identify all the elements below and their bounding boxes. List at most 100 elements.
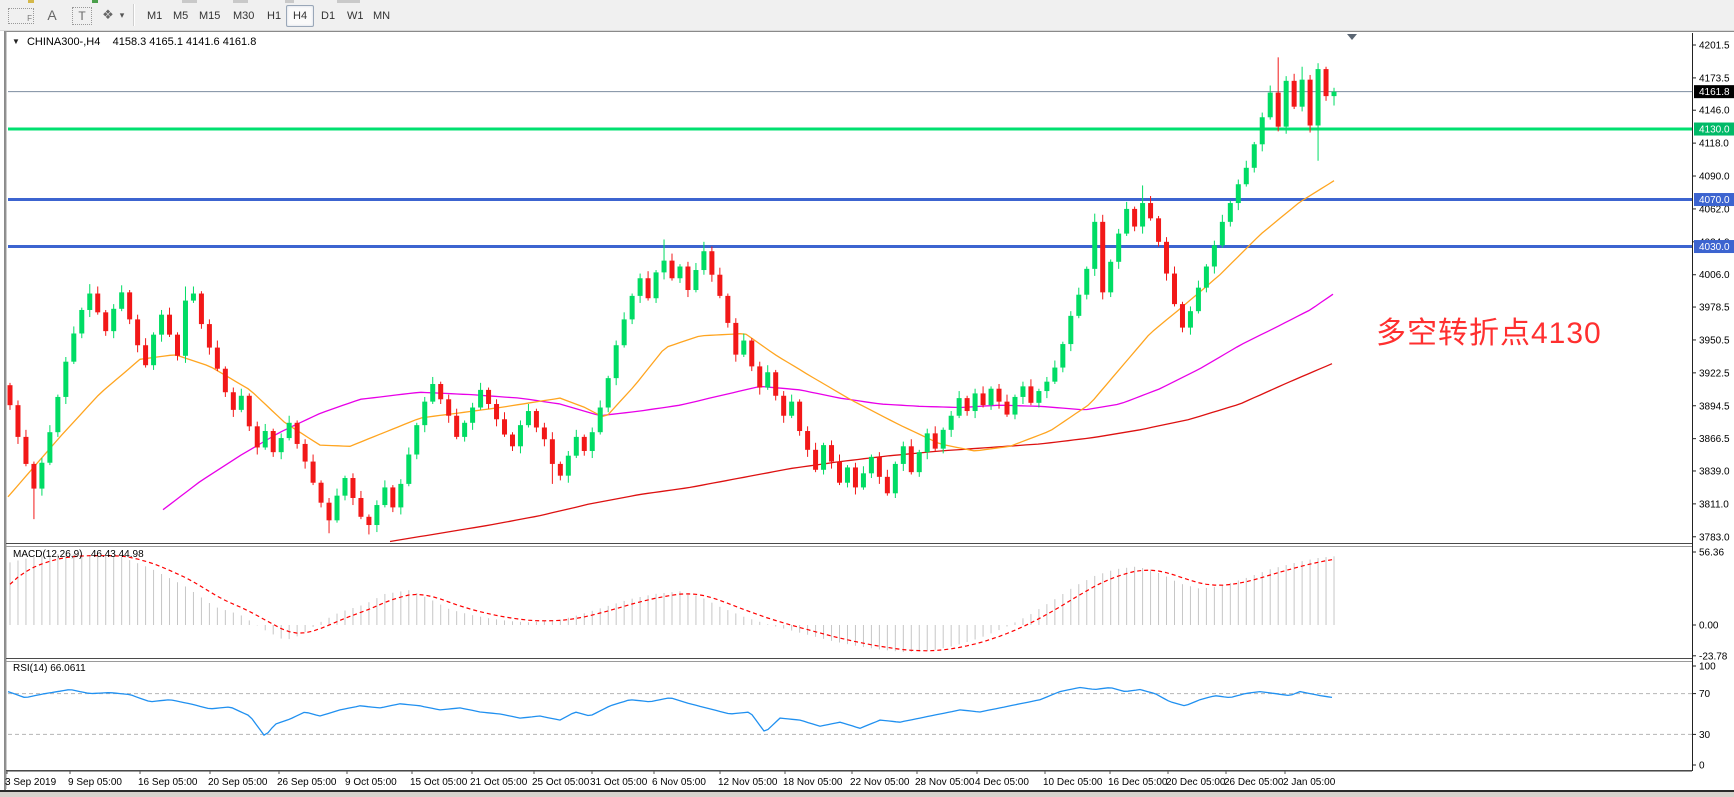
candle-body — [135, 319, 140, 345]
candle-body — [518, 425, 523, 446]
candle-body — [398, 484, 403, 508]
candle-body — [534, 411, 539, 427]
candle-body — [917, 452, 922, 472]
candle-body — [1332, 92, 1337, 96]
rsi-axis-label: 30 — [1699, 730, 1711, 741]
candle-body — [981, 393, 986, 405]
candle-body — [494, 404, 499, 419]
candle-body — [1068, 316, 1073, 344]
candle-body — [1084, 269, 1089, 295]
candle-body — [821, 445, 826, 470]
candle-body — [654, 272, 659, 298]
candle-body — [701, 251, 706, 270]
chart-shift-marker-icon — [1347, 34, 1357, 40]
candle-body — [1228, 203, 1233, 222]
candle-body — [79, 310, 84, 334]
price-tick-label: 3866.5 — [1699, 434, 1730, 445]
candle-body — [159, 315, 164, 335]
candle-body — [167, 315, 172, 335]
date-tick-label: 20 Sep 05:00 — [208, 777, 268, 788]
candle-body — [829, 445, 834, 461]
price-tick-label: 3922.5 — [1699, 368, 1730, 379]
candle-body — [1148, 203, 1153, 218]
candle-body — [502, 419, 507, 434]
candle-body — [175, 335, 180, 356]
date-tick-label: 16 Sep 05:00 — [138, 777, 198, 788]
candle-body — [853, 467, 858, 487]
candle-body — [646, 278, 651, 298]
candle-body — [422, 402, 427, 426]
rsi-axis-label: 0 — [1699, 761, 1705, 772]
candle-body — [119, 292, 124, 308]
candle-body — [933, 433, 938, 448]
candle-body — [1124, 209, 1129, 234]
rsi-indicator-label: RSI(14) 66.0611 — [13, 663, 86, 674]
rsi-line — [8, 688, 1332, 736]
candle-body — [39, 463, 44, 489]
candle-body — [263, 431, 268, 447]
candle-body — [303, 444, 308, 462]
mt4-terminal: { "toolbar": { "grid_icon_label": "F", "… — [0, 0, 1734, 797]
candle-body — [1092, 222, 1097, 269]
candle-body — [366, 517, 371, 525]
price-tick-label: 4201.5 — [1699, 41, 1730, 52]
candle-body — [1308, 80, 1313, 126]
candle-body — [1036, 391, 1041, 403]
candle-body — [1292, 81, 1297, 107]
candle-body — [1132, 209, 1137, 227]
candle-body — [311, 462, 316, 483]
candle-body — [1164, 242, 1169, 274]
candle-body — [462, 423, 467, 437]
price-tick-label: 3894.5 — [1699, 401, 1730, 412]
price-badge-label: 4130.0 — [1699, 125, 1730, 136]
candle-body — [566, 456, 571, 476]
date-tick-label: 18 Nov 05:00 — [783, 777, 843, 788]
candle-body — [151, 335, 156, 366]
price-tick-label: 3839.0 — [1699, 466, 1730, 477]
candle-body — [23, 437, 28, 464]
date-tick-label: 3 Sep 2019 — [5, 777, 57, 788]
candle-body — [103, 312, 108, 331]
price-badge-label: 4070.0 — [1699, 195, 1730, 206]
candle-body — [869, 457, 874, 473]
candle-body — [1260, 117, 1265, 144]
candle-body — [1268, 93, 1273, 118]
candle-body — [1180, 304, 1185, 328]
candle-body — [207, 324, 212, 348]
candle-body — [327, 503, 332, 521]
symbol-dropdown-icon[interactable]: ▼ — [12, 37, 20, 46]
candle-body — [741, 341, 746, 355]
candle-body — [1052, 368, 1057, 382]
candle-body — [1140, 203, 1145, 227]
date-tick-label: 20 Dec 05:00 — [1166, 777, 1226, 788]
candle-body — [574, 437, 579, 456]
candle-body — [861, 473, 866, 487]
candle-body — [183, 301, 188, 356]
candle-body — [1276, 93, 1281, 127]
candle-body — [1220, 222, 1225, 246]
candle-body — [87, 294, 92, 310]
macd-indicator-label: MACD(12,26,9) 46.43 44.98 — [13, 549, 144, 560]
candle-body — [542, 427, 547, 439]
candle-body — [55, 397, 60, 432]
candle-body — [709, 251, 714, 275]
candle-body — [454, 416, 459, 437]
candle-body — [1196, 288, 1201, 312]
candle-body — [789, 402, 794, 416]
candle-body — [215, 348, 220, 369]
candle-body — [781, 396, 786, 416]
chart-title: ▼ CHINA300-,H4 4158.3 4165.1 4141.6 4161… — [12, 36, 256, 48]
chart-canvas[interactable]: 4201.54173.54146.04118.04090.04062.04034… — [0, 0, 1734, 797]
chart-annotation-text[interactable]: 多空转折点4130 — [1376, 308, 1602, 352]
candle-body — [319, 483, 324, 503]
candle-body — [677, 267, 682, 279]
candle-body — [1156, 218, 1161, 242]
candle-body — [127, 292, 132, 319]
ma-slow-line — [390, 364, 1332, 542]
candle-body — [1300, 80, 1305, 107]
candle-body — [757, 366, 762, 387]
candle-body — [382, 487, 387, 505]
date-tick-label: 22 Nov 05:00 — [850, 777, 910, 788]
symbol-period-label: CHINA300-,H4 — [27, 36, 100, 48]
candle-body — [279, 438, 284, 452]
